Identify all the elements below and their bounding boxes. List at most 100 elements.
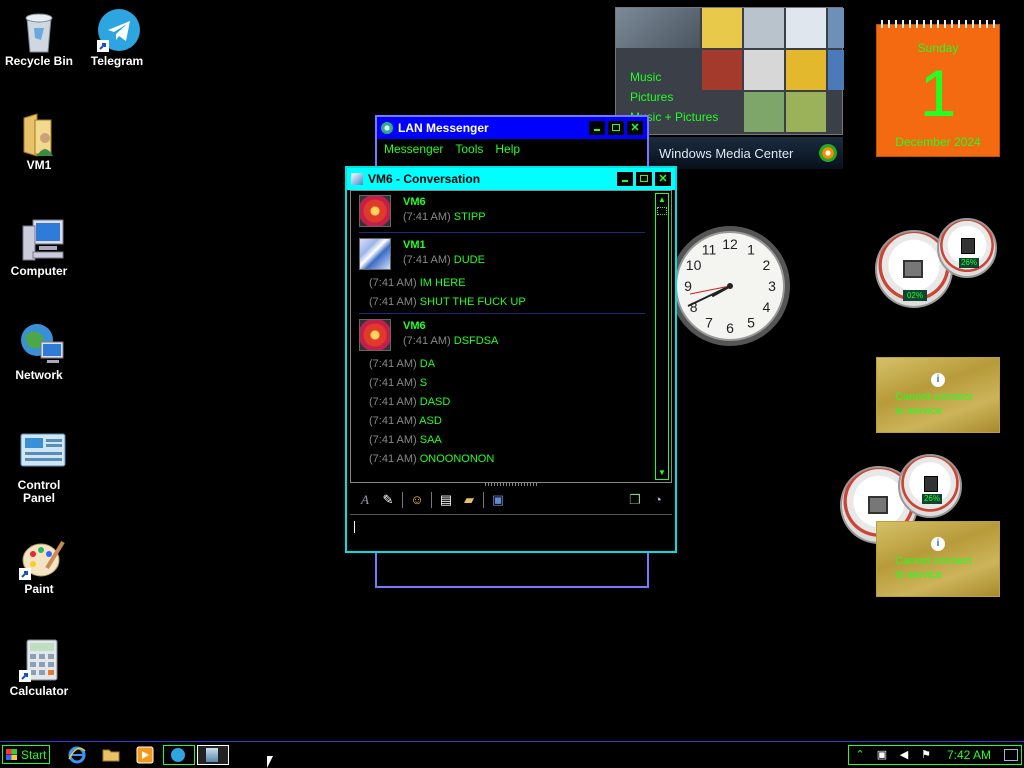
history-icon[interactable]: ◔ [649, 492, 667, 508]
calendar-gadget[interactable]: Sunday 1 December 2024 [876, 20, 1000, 157]
message-time: (7:41 AM) [403, 335, 451, 347]
taskbar-button-telegram[interactable] [163, 745, 195, 765]
desktop-icon-paint[interactable]: Paint [1, 536, 77, 596]
menu-help[interactable]: Help [495, 142, 520, 156]
font-icon[interactable]: A [356, 492, 374, 508]
message-group: VM6 (7:41 AM) STIPP [351, 191, 671, 231]
media-center-tiles: Music Pictures Music + Pictures [615, 7, 844, 135]
clock-hour-number: 5 [747, 314, 755, 330]
desktop-icon-label: Network [15, 368, 63, 382]
paint-icon [19, 536, 65, 580]
close-button[interactable]: ✕ [627, 121, 643, 135]
internet-explorer-icon[interactable] [68, 746, 86, 764]
desktop-icon-control-panel[interactable]: Control Panel [1, 432, 77, 505]
minimize-button[interactable] [589, 121, 605, 135]
cpu-meter-gadget[interactable]: 02% 26% [875, 218, 1000, 310]
recycle-bin-icon [19, 8, 59, 53]
message-line: (7:41 AM) DSFDSA [403, 333, 498, 349]
desktop-icon-network[interactable]: Network [1, 322, 77, 382]
sender-name: VM1 [403, 239, 426, 251]
conversation-titlebar[interactable]: VM6 - Conversation ✕ [347, 168, 675, 190]
scroll-up-arrow-icon[interactable]: ▲ [656, 194, 668, 206]
show-desktop-icon[interactable] [1004, 749, 1018, 761]
start-label: Start [21, 748, 47, 762]
desktop-icon-telegram[interactable]: Telegram [79, 8, 155, 68]
maximize-button[interactable] [608, 121, 624, 135]
divider [359, 232, 645, 233]
desktop-icon-vm1[interactable]: VM1 [1, 112, 77, 172]
desktop-icon-recycle-bin[interactable]: Recycle Bin [1, 8, 77, 68]
message-time: (7:41 AM) [369, 453, 417, 465]
network-icon [19, 322, 64, 366]
lan-messenger-titlebar[interactable]: LAN Messenger ✕ [377, 117, 647, 139]
volume-muted-icon[interactable]: ◀ [897, 748, 911, 762]
lan-messenger-menubar: Messenger Tools Help [377, 139, 647, 159]
message-time: (7:41 AM) [403, 254, 451, 266]
clock-hour-number: 4 [763, 299, 771, 315]
maximize-button[interactable] [636, 172, 652, 186]
send-folder-icon[interactable]: ▰ [460, 492, 478, 508]
clock-hour-number: 10 [686, 257, 702, 273]
messenger-icon [351, 173, 363, 185]
message-text: STIPP [453, 211, 486, 223]
feed-gadget-2[interactable]: i Cannot connect to service [876, 521, 1000, 597]
text-cursor [354, 521, 355, 533]
scroll-down-arrow-icon[interactable]: ▼ [656, 467, 668, 479]
taskbar-button-lan-messenger[interactable] [197, 745, 229, 765]
message-input[interactable] [350, 514, 672, 548]
scroll-thumb[interactable] [657, 207, 667, 215]
media-player-icon[interactable] [136, 746, 154, 764]
save-icon[interactable]: ▣ [489, 492, 507, 508]
network-tray-icon[interactable]: ▣ [875, 748, 889, 762]
emoticon-icon[interactable]: ☺ [408, 492, 426, 508]
message-history[interactable]: VM6 (7:41 AM) STIPP VM1 (7:41 AM) DUDE (… [350, 190, 672, 483]
message-text: SAA [419, 434, 442, 446]
menu-messenger[interactable]: Messenger [384, 142, 443, 156]
message-time: (7:41 AM) [369, 296, 417, 308]
media-center-menu-music[interactable]: Music [630, 70, 661, 84]
taskbar-clock[interactable]: 7:42 AM [947, 748, 991, 762]
font-color-icon[interactable]: ✎ [379, 492, 397, 508]
computer-icon [19, 218, 64, 262]
message-line: (7:41 AM) ONOONONON [351, 450, 671, 469]
splitter-handle[interactable] [485, 482, 537, 486]
start-button[interactable]: Start [2, 745, 50, 764]
desktop-icon-label: Computer [10, 264, 68, 278]
copy-icon[interactable]: ❐ [626, 492, 644, 508]
show-hidden-icons-icon[interactable]: ⌃ [853, 748, 867, 762]
desktop-icon-calculator[interactable]: Calculator [1, 638, 77, 698]
message-group: VM6 (7:41 AM) DSFDSA [351, 315, 671, 355]
clock-hour-number: 1 [747, 242, 755, 258]
conversation-window[interactable]: VM6 - Conversation ✕ VM6 (7:41 AM) STIPP… [345, 166, 677, 553]
minimize-button[interactable] [617, 172, 633, 186]
feed-message-line2: to service [895, 405, 943, 417]
feed-gadget[interactable]: i Cannot connect to service [876, 357, 1000, 433]
media-center-menu-pictures[interactable]: Pictures [630, 90, 673, 104]
message-time: (7:41 AM) [369, 277, 417, 289]
send-file-icon[interactable]: ▤ [437, 492, 455, 508]
clock-gadget[interactable]: 12 1 2 3 4 5 6 7 8 9 10 11 [668, 224, 792, 348]
message-time: (7:41 AM) [403, 211, 451, 223]
message-text: DSFDSA [453, 335, 499, 347]
message-time: (7:41 AM) [369, 434, 417, 446]
desktop-icon-label: Control Panel [17, 478, 61, 505]
feed-message-line1: Cannot connect [895, 555, 973, 567]
message-text: IM HERE [419, 277, 466, 289]
message-line: (7:41 AM) SHUT THE FUCK UP [351, 293, 671, 312]
desktop-icon-label: Telegram [90, 54, 144, 68]
action-center-flag-icon[interactable]: ⚑ [919, 748, 933, 762]
media-center-gadget[interactable]: Music Pictures Music + Pictures Windows … [615, 7, 844, 169]
message-text: ONOONONON [419, 453, 495, 465]
mouse-cursor-icon [267, 756, 273, 768]
message-time: (7:41 AM) [369, 358, 417, 370]
calculator-icon [19, 638, 59, 682]
memory-value: 26% [922, 494, 942, 504]
close-button[interactable]: ✕ [655, 172, 671, 186]
menu-tools[interactable]: Tools [455, 142, 483, 156]
message-line: (7:41 AM) SAA [351, 431, 671, 450]
desktop-icon-computer[interactable]: Computer [1, 218, 77, 278]
clock-hour-number: 2 [763, 257, 771, 273]
vertical-scrollbar[interactable]: ▲ ▼ [655, 193, 669, 480]
message-line: (7:41 AM) IM HERE [351, 274, 671, 293]
explorer-folder-icon[interactable] [102, 746, 120, 764]
